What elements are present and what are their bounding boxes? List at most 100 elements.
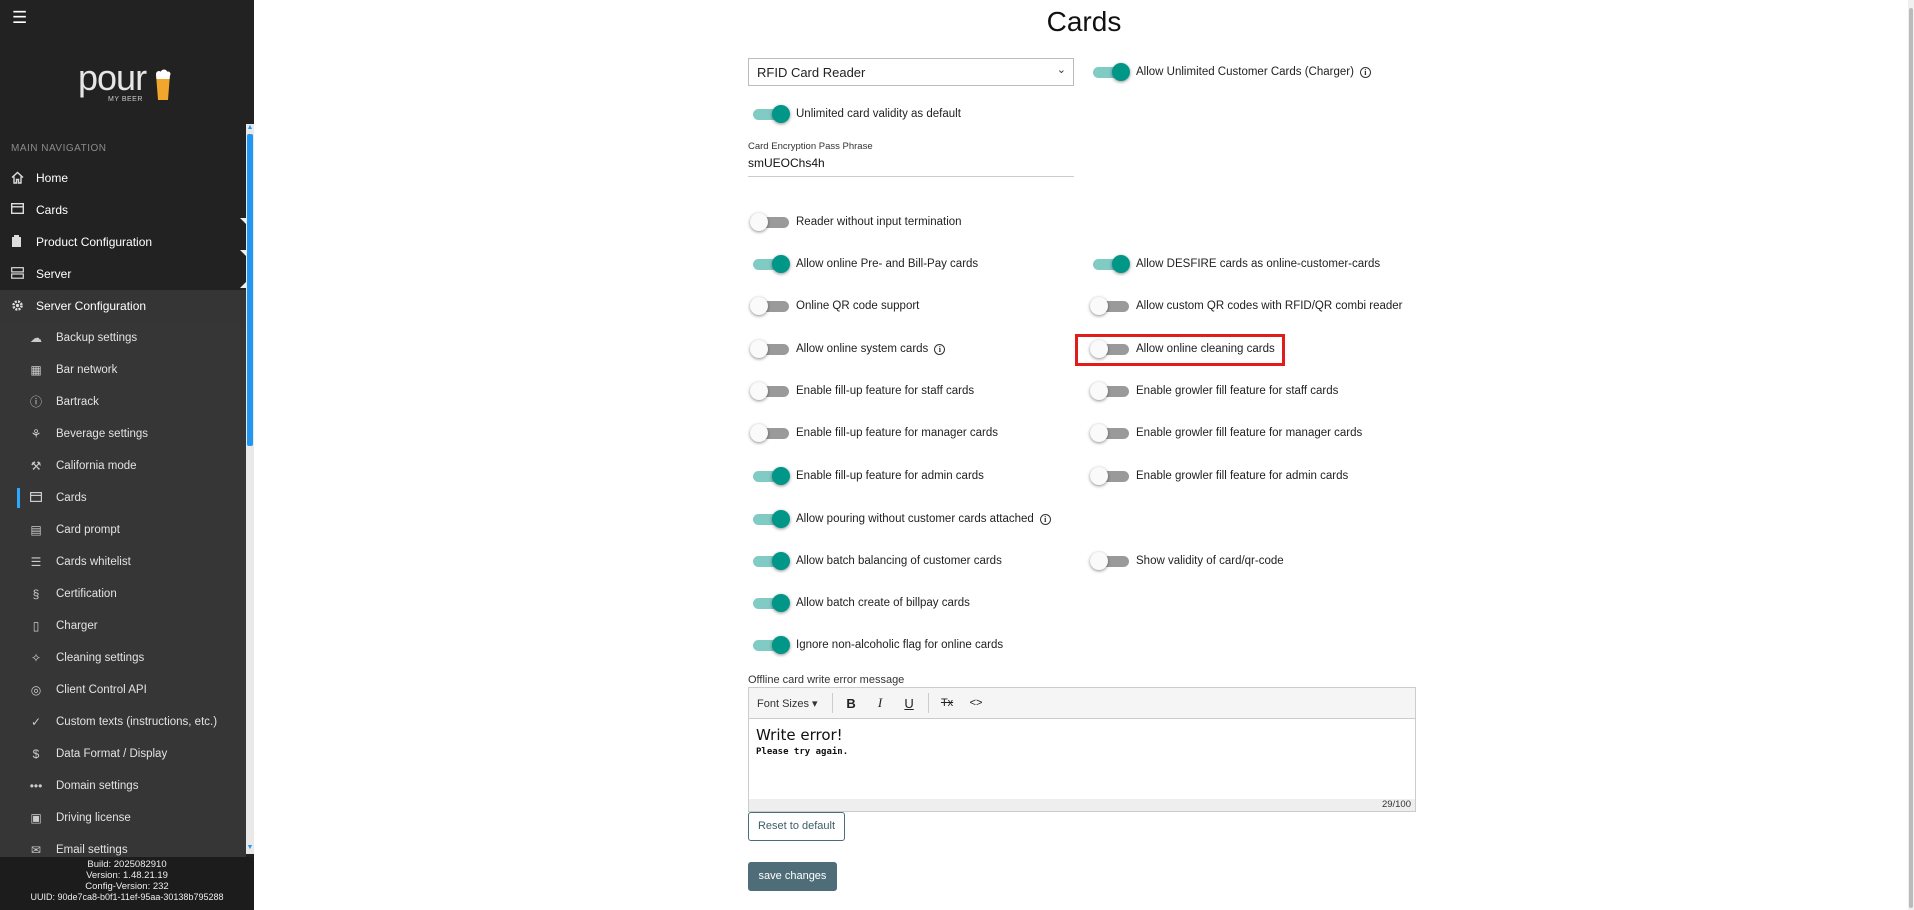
toggle-switch[interactable] — [750, 104, 790, 124]
nav-item-cards[interactable]: Cards — [0, 194, 246, 226]
nav-label: Backup settings — [56, 332, 138, 344]
nav-label: Cards whitelist — [56, 556, 131, 568]
sidebar-item-charger[interactable]: ▯ Charger — [0, 610, 246, 642]
toggle-switch[interactable] — [1090, 381, 1130, 401]
nav-label: Cleaning settings — [56, 652, 145, 664]
clear-format-button[interactable]: Tx — [933, 697, 962, 709]
nav-label: Server — [36, 267, 72, 281]
font-sizes-dropdown[interactable]: Font Sizes ▾ — [749, 697, 828, 710]
reset-to-default-button[interactable]: Reset to default — [748, 812, 845, 841]
bottle-icon — [11, 235, 26, 249]
toggle-label: Enable fill-up feature for manager cards — [796, 427, 998, 439]
sidebar-item-bar-network[interactable]: ▦ Bar network — [0, 354, 246, 386]
sidebar-item-cards[interactable]: Cards — [0, 482, 246, 514]
nav-label: Server Configuration — [36, 299, 147, 313]
page-scrollbar[interactable] — [1908, 0, 1914, 910]
nav-header: MAIN NAVIGATION — [11, 143, 107, 154]
bold-button[interactable]: B — [837, 696, 866, 711]
toggle-switch[interactable] — [1090, 551, 1130, 571]
toggle-switch[interactable] — [1090, 296, 1130, 316]
sidebar-item-domain-settings[interactable]: ••• Domain settings — [0, 770, 246, 802]
toggle-switch[interactable] — [750, 466, 790, 486]
toggle-switch[interactable] — [750, 593, 790, 613]
toggle-row-pouring-without: Allow pouring without customer cards att… — [750, 509, 1051, 529]
toggle-row-fillup-manager: Enable fill-up feature for manager cards — [750, 423, 998, 443]
sidebar-item-driving-license[interactable]: ▣ Driving license — [0, 802, 246, 834]
sidebar-item-bartrack[interactable]: ⓘ Bartrack — [0, 386, 246, 418]
toggle-switch[interactable] — [750, 339, 790, 359]
toggle-switch[interactable] — [1090, 466, 1130, 486]
nav-label: California mode — [56, 460, 137, 472]
character-counter: 29/100 — [749, 799, 1415, 811]
page-title: Cards — [1046, 6, 1122, 37]
toggle-row-fillup-staff: Enable fill-up feature for staff cards — [750, 381, 974, 401]
toggle-label: Enable growler fill feature for manager … — [1136, 427, 1363, 439]
nav-item-product-configuration[interactable]: Product Configuration — [0, 226, 246, 258]
main-content: Cards RFID Card Reader ⌄ Allow Unlimited… — [254, 0, 1914, 910]
menu-icon[interactable]: ☰ — [12, 9, 27, 26]
info-icon[interactable]: i — [934, 343, 946, 355]
reader-type-select[interactable]: RFID Card Reader ⌄ — [748, 58, 1074, 86]
underline-button[interactable]: U — [895, 696, 924, 711]
toggle-switch[interactable] — [1090, 339, 1130, 359]
nav-label: Card prompt — [56, 524, 120, 536]
save-changes-button[interactable]: save changes — [748, 862, 837, 891]
nav-label: Certification — [56, 588, 117, 600]
toggle-row-batch-balancing: Allow batch balancing of customer cards — [750, 551, 1002, 571]
toggle-switch[interactable] — [1090, 254, 1130, 274]
toggle-switch[interactable] — [750, 509, 790, 529]
sidebar-item-beverage-settings[interactable]: ⚘ Beverage settings — [0, 418, 246, 450]
nav-item-home[interactable]: Home — [0, 162, 246, 194]
dollar-icon: $ — [32, 747, 40, 761]
sidebar-item-data-format[interactable]: $ Data Format / Display — [0, 738, 246, 770]
toggle-row-growler-admin: Enable growler fill feature for admin ca… — [1090, 466, 1348, 486]
info-circle-icon: ⓘ — [29, 395, 42, 409]
toggle-row-unlimited-validity: Unlimited card validity as default — [750, 104, 961, 124]
editor-content[interactable]: Write error! Please try again. — [749, 719, 1415, 799]
toggle-switch[interactable] — [1090, 62, 1130, 82]
passphrase-input[interactable] — [748, 154, 1074, 177]
toolbar-divider — [927, 693, 929, 713]
sidebar-item-cleaning-settings[interactable]: ✧ Cleaning settings — [0, 642, 246, 674]
nav-label: Home — [36, 171, 69, 185]
chevron-down-icon: ⌄ — [1056, 64, 1066, 76]
page-scrollbar-thumb[interactable] — [1909, 8, 1913, 908]
dots-icon: ••• — [29, 779, 43, 793]
sidebar-item-custom-texts[interactable]: ✓ Custom texts (instructions, etc.) — [0, 706, 246, 738]
nav-label: Driving license — [56, 812, 131, 824]
sidebar-item-backup-settings[interactable]: ☁ Backup settings — [0, 322, 246, 354]
editor-line-2: Please try again. — [756, 747, 849, 757]
scroll-down-icon[interactable]: ▼ — [246, 844, 254, 852]
toggle-switch[interactable] — [1090, 423, 1130, 443]
toggle-label: Allow DESFIRE cards as online-customer-c… — [1136, 258, 1381, 270]
code-view-button[interactable]: <> — [962, 697, 991, 709]
toggle-row-reader-no-term: Reader without input termination — [750, 212, 962, 232]
toggle-switch[interactable] — [750, 635, 790, 655]
sidebar-item-email-settings[interactable]: ✉ Email settings — [0, 834, 246, 857]
nav-label: Cards — [56, 492, 87, 504]
nav-item-server-configuration[interactable]: Server Configuration — [0, 290, 246, 322]
toggle-switch[interactable] — [750, 254, 790, 274]
scroll-up-icon[interactable]: ▲ — [246, 124, 254, 132]
sidebar-item-card-prompt[interactable]: ▤ Card prompt — [0, 514, 246, 546]
main-nav: Home Cards Product Configuration Server … — [0, 162, 246, 857]
sidebar-item-certification[interactable]: § Certification — [0, 578, 246, 610]
toggle-switch[interactable] — [750, 423, 790, 443]
card-icon — [29, 491, 43, 505]
info-icon[interactable]: i — [1359, 66, 1371, 78]
toggle-switch[interactable] — [750, 381, 790, 401]
toggle-switch[interactable] — [750, 551, 790, 571]
toggle-switch[interactable] — [750, 296, 790, 316]
sidebar-item-cards-whitelist[interactable]: ☰ Cards whitelist — [0, 546, 246, 578]
nav-item-server[interactable]: Server — [0, 258, 246, 290]
logo-subtext: MY BEER — [108, 96, 143, 103]
toggle-switch[interactable] — [750, 212, 790, 232]
sidebar-item-client-control-api[interactable]: ◎ Client Control API — [0, 674, 246, 706]
sidebar-item-california-mode[interactable]: ⚒ California mode — [0, 450, 246, 482]
italic-button[interactable]: I — [866, 695, 895, 711]
sidebar-scrollbar-thumb[interactable] — [247, 134, 253, 446]
info-icon[interactable]: i — [1039, 513, 1051, 525]
toggle-row-growler-manager: Enable growler fill feature for manager … — [1090, 423, 1362, 443]
config-version-text: Config-Version: 232 — [85, 881, 169, 892]
uuid-text: UUID: 90de7ca8-b0f1-11ef-95aa-30138b7952… — [30, 892, 224, 902]
